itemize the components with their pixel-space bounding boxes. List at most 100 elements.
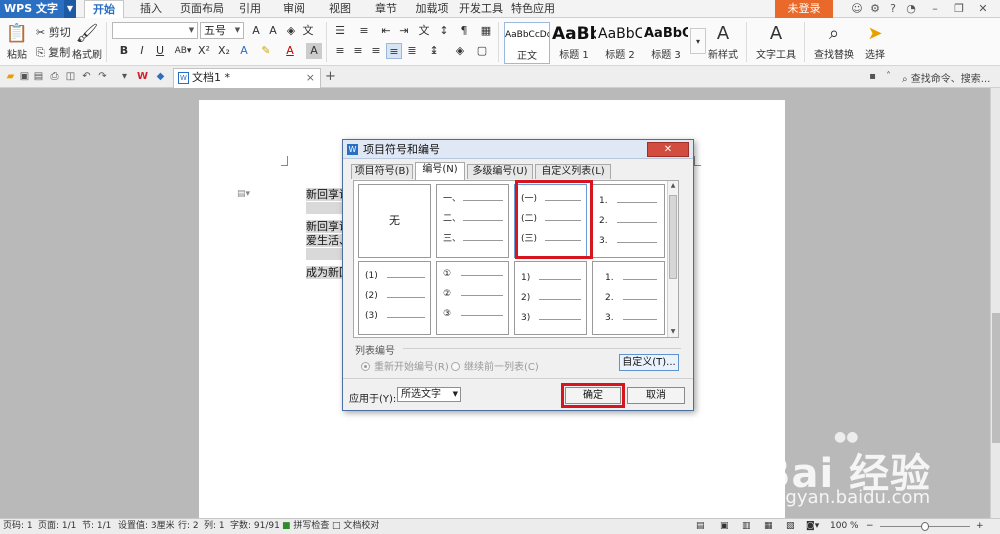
strikethrough-button[interactable]: AB▾ xyxy=(172,43,194,59)
distribute-icon[interactable]: ≣ xyxy=(404,43,420,59)
open-icon[interactable]: ▰ xyxy=(4,70,17,83)
help-icon[interactable]: ? xyxy=(886,2,900,16)
style-heading-1[interactable]: AaBb 标题 1 xyxy=(552,22,596,64)
bold-button[interactable]: B xyxy=(116,43,132,59)
tab-start[interactable]: 开始 xyxy=(84,0,124,18)
scroll-up-icon[interactable]: ▲ xyxy=(668,181,678,191)
select-button[interactable]: ➤ 选择 xyxy=(860,22,890,61)
tab-custom-list[interactable]: 自定义列表(L) xyxy=(535,164,611,179)
style-heading-3[interactable]: AaBbC 标题 3 xyxy=(644,22,688,64)
numbering-option[interactable]: 1. 2. 3. xyxy=(592,184,665,258)
close-icon[interactable]: ✕ xyxy=(976,2,990,16)
borders-icon[interactable]: ▢ xyxy=(474,43,490,59)
font-size-select[interactable]: 五号 ▼ xyxy=(200,22,244,39)
settings-icon[interactable]: ⚙ xyxy=(868,2,882,16)
align-center-icon[interactable]: ≡ xyxy=(350,43,366,59)
bullets-icon[interactable]: ☰ xyxy=(332,23,348,39)
doc-line-blank[interactable] xyxy=(306,248,343,260)
doc-line[interactable]: 爱生活、 xyxy=(306,234,343,247)
feedback-icon[interactable]: ◔ xyxy=(904,2,918,16)
restore-icon[interactable]: ❐ xyxy=(952,2,966,16)
style-heading-2[interactable]: AaBbC 标题 2 xyxy=(598,22,642,64)
scroll-down-icon[interactable]: ▼ xyxy=(668,327,678,337)
tab-section[interactable]: 章节 xyxy=(372,0,400,18)
zoom-in-icon[interactable]: + xyxy=(976,519,984,534)
text-effect-icon[interactable]: A xyxy=(236,43,252,59)
numbering-option[interactable]: 1. 2. 3. xyxy=(592,261,665,335)
tab-insert[interactable]: 插入 xyxy=(134,0,168,18)
tab-bullets[interactable]: 项目符号(B) xyxy=(351,164,413,179)
chevron-down-icon[interactable]: ▾ xyxy=(118,70,131,83)
copy-button[interactable]: ⎘ 复制 xyxy=(36,44,70,60)
numbering-option[interactable]: 一、 二、 三、 xyxy=(436,184,509,258)
tab-developer[interactable]: 开发工具 xyxy=(458,0,504,18)
save-icon[interactable]: ▣ xyxy=(18,70,31,83)
wps-logo-icon[interactable]: W xyxy=(136,70,149,83)
tab-page-layout[interactable]: 页面布局 xyxy=(176,0,228,18)
close-icon[interactable]: × xyxy=(306,69,315,87)
shading-icon[interactable]: ◈ xyxy=(452,43,468,59)
customize-button[interactable]: 自定义(T)... xyxy=(619,354,679,371)
justify-icon[interactable]: ≡ xyxy=(386,43,402,59)
align-left-icon[interactable]: ≡ xyxy=(332,43,348,59)
doc-line[interactable]: 新回享说 xyxy=(306,188,343,201)
zoom-out-icon[interactable]: − xyxy=(866,519,874,534)
numbering-option[interactable]: ① ② ③ xyxy=(436,261,509,335)
show-marks-icon[interactable]: ¶ xyxy=(456,23,472,39)
cut-button[interactable]: ✂ 剪切 xyxy=(36,24,71,40)
command-search[interactable]: ⌕ 查找命令、搜索... xyxy=(902,70,990,85)
login-button[interactable]: 未登录 xyxy=(775,0,833,18)
view-full-icon[interactable]: ▣ xyxy=(720,519,729,534)
print-icon[interactable]: ⎙ xyxy=(48,70,61,83)
underline-button[interactable]: U xyxy=(152,43,168,59)
sort-icon[interactable]: ↕ xyxy=(436,23,452,39)
redo-icon[interactable]: ↷ xyxy=(96,70,109,83)
format-painter-button[interactable]: 🖌 格式刷 xyxy=(72,22,102,61)
line-spacing-icon[interactable]: ↨ xyxy=(426,43,442,59)
chinese-layout-icon[interactable]: 文 xyxy=(416,23,432,39)
numbering-option[interactable]: (1) (2) (3) xyxy=(358,261,431,335)
zoom-slider-knob[interactable] xyxy=(921,522,929,531)
clear-format-icon[interactable]: ◈ xyxy=(283,23,299,39)
view-web-icon[interactable]: ▥ xyxy=(742,519,751,534)
grow-font-button[interactable]: A xyxy=(248,23,264,39)
undo-icon[interactable]: ↶ xyxy=(80,70,93,83)
spell-check-toggle[interactable]: ■ 拼写检查 xyxy=(282,519,329,534)
tab-references[interactable]: 引用 xyxy=(236,0,264,18)
font-color-icon[interactable]: A xyxy=(282,43,298,59)
font-name-select[interactable]: ▼ xyxy=(112,22,198,39)
find-replace-button[interactable]: ⌕ 查找替换 xyxy=(810,22,858,61)
tab-addins[interactable]: 加载项 xyxy=(412,0,452,18)
chevron-down-icon[interactable]: ▼ xyxy=(64,0,76,18)
doc-line[interactable]: 成为新回 xyxy=(306,266,343,279)
new-tab-icon[interactable]: + xyxy=(324,70,337,83)
doc-proof-toggle[interactable]: □ 文档校对 xyxy=(332,519,379,534)
shrink-font-button[interactable]: A xyxy=(265,23,281,39)
comment-icon[interactable]: ▪ xyxy=(866,70,879,83)
style-normal[interactable]: AaBbCcDd 正文 xyxy=(504,22,550,64)
indent-icon[interactable]: ⇥ xyxy=(396,23,412,39)
app-menu-button[interactable]: WPS 文字 ▼ xyxy=(0,0,76,18)
scrollbar-thumb[interactable] xyxy=(992,313,1000,443)
numbering-option-none[interactable]: 无 xyxy=(358,184,431,258)
table-icon[interactable]: ▦ xyxy=(478,23,494,39)
char-shading-icon[interactable]: A xyxy=(306,43,322,59)
scrollbar-thumb[interactable] xyxy=(669,195,677,279)
restart-numbering-radio[interactable]: 重新开始编号(R) xyxy=(361,358,449,373)
align-right-icon[interactable]: ≡ xyxy=(368,43,384,59)
view-print-icon[interactable]: ▤ xyxy=(696,519,705,534)
chevron-up-icon[interactable]: ˄ xyxy=(882,70,895,83)
tab-special[interactable]: 特色应用 xyxy=(510,0,556,18)
tab-document-1[interactable]: W 文档1 * × xyxy=(173,68,321,88)
close-icon[interactable]: ✕ xyxy=(647,142,689,157)
apply-to-select[interactable]: 所选文字 ▼ xyxy=(397,387,461,402)
doc-line-blank[interactable] xyxy=(306,202,343,214)
tab-view[interactable]: 视图 xyxy=(326,0,354,18)
doc-line[interactable]: 新回享说 xyxy=(306,220,343,233)
paragraph-handle-icon[interactable]: ▤▾ xyxy=(237,189,250,199)
tab-numbering[interactable]: 编号(N) xyxy=(415,162,465,180)
gallery-scrollbar[interactable]: ▲ ▼ xyxy=(667,181,678,337)
new-style-button[interactable]: A 新样式 xyxy=(704,22,742,61)
preview-icon[interactable]: ◫ xyxy=(64,70,77,83)
cancel-button[interactable]: 取消 xyxy=(627,387,685,404)
